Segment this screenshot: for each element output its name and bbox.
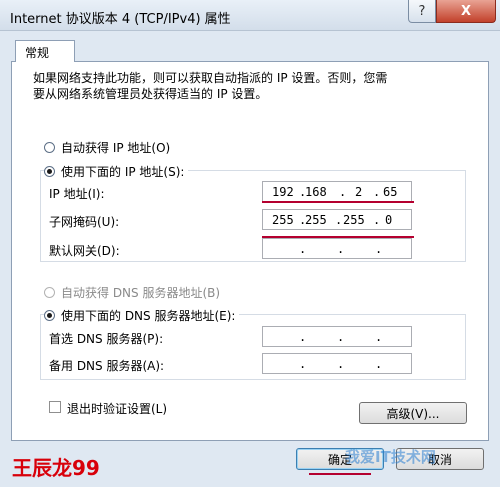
radio-auto-dns[interactable]: 自动获得 DNS 服务器地址(B) bbox=[44, 284, 220, 301]
radio-auto-ip-label: 自动获得 IP 地址(O) bbox=[61, 141, 171, 155]
preferred-dns-input[interactable]: . . . bbox=[262, 326, 412, 347]
ip-address-input[interactable]: 192 . 168 . 2 . 65 bbox=[262, 181, 412, 202]
description-line-1: 如果网络支持此功能，则可以获取自动指派的 IP 设置。否则，您需 bbox=[33, 71, 388, 85]
ip-dot: . bbox=[373, 185, 381, 199]
ip-dot: . bbox=[373, 213, 381, 227]
site-watermark: 我爱IT技术网 bbox=[345, 448, 436, 466]
description: 如果网络支持此功能，则可以获取自动指派的 IP 设置。否则，您需 要从网络系统管… bbox=[33, 70, 473, 102]
alternate-dns-input[interactable]: . . . bbox=[262, 353, 412, 374]
radio-auto-dns-label: 自动获得 DNS 服务器地址(B) bbox=[61, 286, 221, 300]
highlight-underline bbox=[262, 201, 414, 203]
ip-dot: . bbox=[337, 357, 345, 371]
radio-manual-dns-label: 使用下面的 DNS 服务器地址(E): bbox=[61, 309, 236, 323]
validate-on-exit-checkbox[interactable] bbox=[49, 401, 61, 413]
close-button[interactable]: X bbox=[436, 0, 496, 23]
description-line-2: 要从网络系统管理员处获得适当的 IP 设置。 bbox=[33, 87, 268, 101]
ip-octet-1: 192 bbox=[272, 185, 294, 199]
title-bar: Internet 协议版本 4 (TCP/IPv4) 属性 ? X bbox=[0, 0, 500, 31]
subnet-octet-4: 0 bbox=[385, 213, 393, 227]
ip-octet-2: 168 bbox=[305, 185, 327, 199]
help-button[interactable]: ? bbox=[408, 0, 436, 23]
ip-dot: . bbox=[299, 242, 307, 256]
highlight-underline bbox=[309, 473, 371, 475]
ip-dot: . bbox=[339, 185, 347, 199]
window-title: Internet 协议版本 4 (TCP/IPv4) 属性 bbox=[10, 12, 231, 27]
preferred-dns-label: 首选 DNS 服务器(P): bbox=[49, 332, 164, 346]
ip-dot: . bbox=[337, 330, 345, 344]
subnet-mask-input[interactable]: 255 . 255 . 255 . 0 bbox=[262, 209, 412, 230]
radio-manual-ip-label: 使用下面的 IP 地址(S): bbox=[61, 165, 185, 179]
ip-address-label: IP 地址(I): bbox=[49, 187, 105, 201]
tab-general[interactable]: 常规 bbox=[15, 40, 75, 62]
ip-octet-3: 2 bbox=[355, 185, 363, 199]
radio-manual-ip-indicator[interactable] bbox=[44, 166, 55, 177]
ip-dot: . bbox=[375, 357, 383, 371]
subnet-octet-2: 255 bbox=[305, 213, 327, 227]
radio-auto-ip-indicator[interactable] bbox=[44, 142, 55, 153]
radio-auto-ip[interactable]: 自动获得 IP 地址(O) bbox=[44, 139, 170, 156]
ip-dot: . bbox=[299, 330, 307, 344]
ip-dot: . bbox=[337, 242, 345, 256]
radio-manual-ip[interactable]: 使用下面的 IP 地址(S): bbox=[44, 163, 189, 180]
default-gateway-label: 默认网关(D): bbox=[49, 244, 120, 258]
ip-dot: . bbox=[375, 242, 383, 256]
advanced-button[interactable]: 高级(V)... bbox=[359, 402, 467, 424]
subnet-octet-3: 255 bbox=[343, 213, 365, 227]
default-gateway-input[interactable]: . . . bbox=[262, 238, 412, 259]
subnet-mask-label: 子网掩码(U): bbox=[49, 215, 120, 229]
validate-on-exit-label: 退出时验证设置(L) bbox=[67, 402, 168, 416]
radio-auto-dns-indicator[interactable] bbox=[44, 287, 55, 298]
ip-dot: . bbox=[299, 357, 307, 371]
alternate-dns-label: 备用 DNS 服务器(A): bbox=[49, 359, 165, 373]
radio-manual-dns[interactable]: 使用下面的 DNS 服务器地址(E): bbox=[44, 307, 240, 324]
ip-dot: . bbox=[335, 213, 343, 227]
ip-dot: . bbox=[375, 330, 383, 344]
subnet-octet-1: 255 bbox=[272, 213, 294, 227]
ip-octet-4: 65 bbox=[383, 185, 398, 199]
radio-manual-dns-indicator[interactable] bbox=[44, 310, 55, 321]
author-watermark: 王辰龙99 bbox=[12, 456, 100, 480]
